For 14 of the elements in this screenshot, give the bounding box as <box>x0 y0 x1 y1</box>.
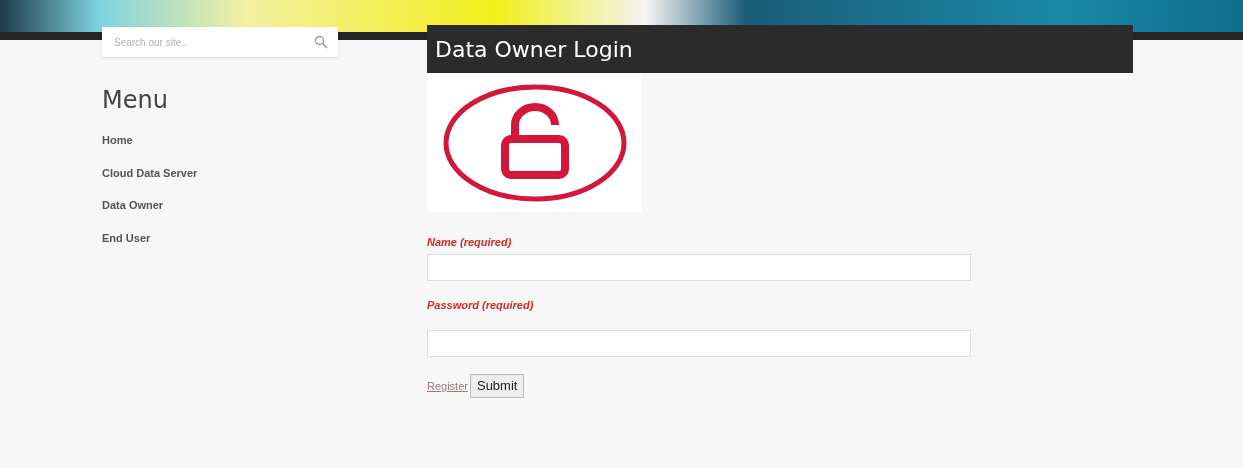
menu-item[interactable]: Home <box>102 132 133 149</box>
input-field[interactable] <box>427 330 971 357</box>
menu-item[interactable]: Data Owner <box>102 197 164 214</box>
register-link[interactable]: Register <box>427 377 468 394</box>
menu-item[interactable]: End User <box>102 229 151 246</box>
field-label: Name (required) <box>427 235 512 250</box>
input-field[interactable] <box>427 253 971 281</box>
menu-item[interactable]: Cloud Data Server <box>102 164 198 181</box>
submit-button[interactable]: Submit <box>469 374 525 398</box>
search-field[interactable]: Search our site.. <box>102 27 338 57</box>
field-label: Password (required) <box>427 297 534 313</box>
page-title: Data Owner Login <box>427 25 1133 73</box>
menu-heading: Menu <box>102 85 169 116</box>
search-icon[interactable] <box>314 35 328 49</box>
